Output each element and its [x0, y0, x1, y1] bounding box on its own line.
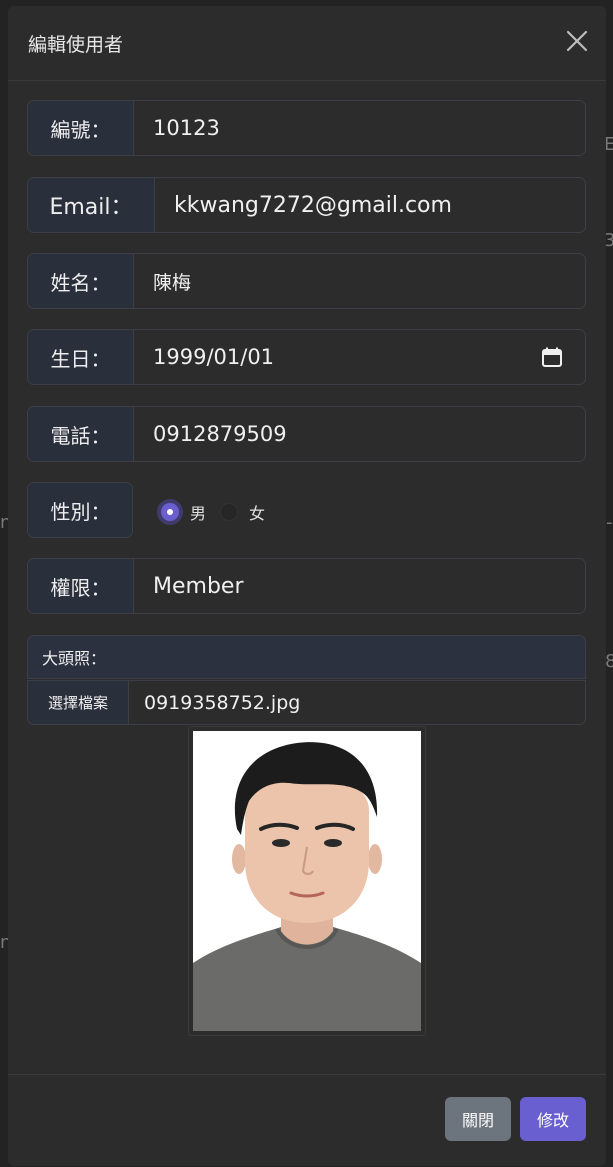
name-label: 姓名：: [28, 254, 134, 308]
background-fragment: 8: [605, 651, 613, 672]
role-field-group: 權限： Member: [27, 558, 586, 614]
gender-label-box: 性別：: [27, 482, 133, 538]
gender-male-radio[interactable]: [161, 503, 179, 521]
name-field-group: 姓名： 陳梅: [27, 253, 586, 309]
close-icon[interactable]: [564, 28, 590, 54]
name-field[interactable]: 陳梅: [134, 254, 585, 308]
birthday-field-group: 生日： 1999/01/01: [27, 329, 586, 385]
phone-label: 電話：: [28, 407, 134, 461]
calendar-icon[interactable]: [541, 346, 563, 368]
edit-user-modal: 編輯使用者 編號： 10123 Email： kkwang7272@gmail.…: [8, 6, 606, 1166]
role-label: 權限：: [28, 559, 134, 613]
phone-field-group: 電話： 0912879509: [27, 406, 586, 462]
phone-field[interactable]: 0912879509: [134, 407, 585, 461]
modal-title: 編輯使用者: [28, 34, 124, 56]
birthday-value: 1999/01/01: [153, 345, 275, 369]
id-label: 編號：: [28, 101, 134, 155]
email-label: Email：: [28, 178, 155, 232]
role-field[interactable]: Member: [134, 559, 585, 613]
gender-female-label: 女: [249, 504, 266, 523]
id-field-group: 編號： 10123: [27, 100, 586, 156]
avatar-photo: [193, 731, 421, 1031]
background-fragment: -: [606, 512, 613, 533]
modal-footer: 關閉 修改: [8, 1074, 606, 1167]
id-field[interactable]: 10123: [134, 101, 585, 155]
email-field[interactable]: kkwang7272@gmail.com: [155, 178, 585, 232]
avatar-preview: [188, 726, 426, 1036]
modal-header: 編輯使用者: [8, 6, 606, 81]
avatar-file-input[interactable]: 選擇檔案 0919358752.jpg: [27, 680, 586, 725]
email-field-group: Email： kkwang7272@gmail.com: [27, 177, 586, 233]
choose-file-button[interactable]: 選擇檔案: [28, 681, 129, 724]
close-button[interactable]: 關閉: [445, 1097, 511, 1141]
save-button[interactable]: 修改: [520, 1097, 586, 1141]
avatar-label: 大頭照：: [27, 635, 586, 679]
file-name: 0919358752.jpg: [144, 691, 301, 714]
birthday-field[interactable]: 1999/01/01: [134, 330, 585, 384]
gender-female-radio[interactable]: [220, 503, 239, 521]
gender-option-male[interactable]: 男: [161, 500, 206, 524]
gender-label: 性別：: [28, 483, 132, 537]
gender-male-label: 男: [190, 504, 207, 523]
birthday-label: 生日：: [28, 330, 134, 384]
gender-radio-group: 男 女: [161, 500, 279, 524]
gender-option-female[interactable]: 女: [220, 500, 265, 524]
